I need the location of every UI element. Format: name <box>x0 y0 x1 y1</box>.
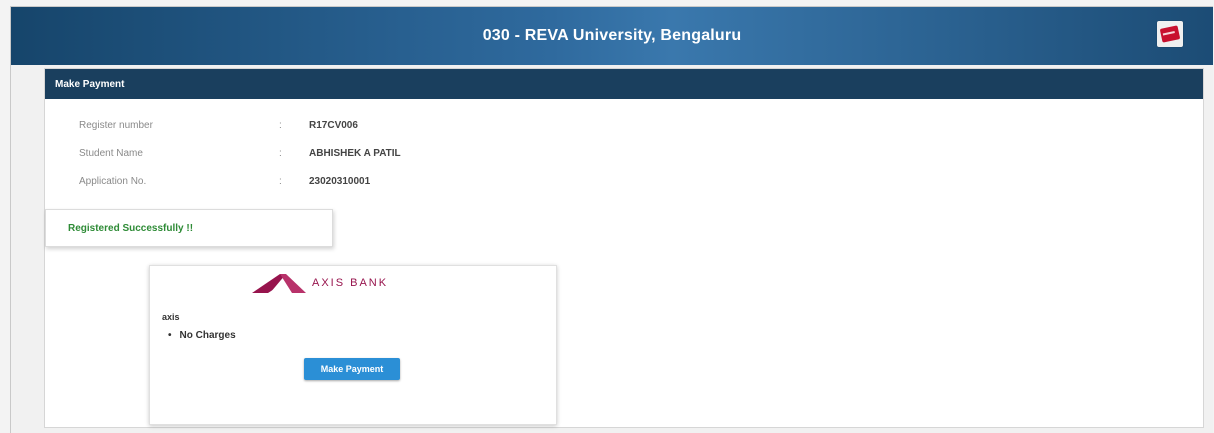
feature-text: No Charges <box>179 330 236 341</box>
separator: : <box>279 175 282 187</box>
register-number-row: Register number : R17CV006 <box>79 115 358 135</box>
axis-bank-mark-icon <box>252 274 306 293</box>
top-header: 030 - REVA University, Bengaluru <box>11 7 1213 65</box>
register-number-label: Register number <box>79 119 153 131</box>
application-no-value: 23020310001 <box>309 175 371 187</box>
student-name-value: ABHISHEK A PATIL <box>309 147 401 159</box>
bank-name: AXIS BANK <box>312 277 389 289</box>
panel-title: Make Payment <box>55 78 125 90</box>
logout-button[interactable] <box>1157 21 1183 47</box>
separator: : <box>279 147 282 159</box>
axis-bank-logo: AXIS BANK <box>250 272 388 294</box>
bullet-icon: • <box>168 330 172 341</box>
separator: : <box>279 119 282 131</box>
application-no-row: Application No. : 23020310001 <box>79 171 370 191</box>
make-payment-panel: Make Payment Register number : R17CV006 … <box>44 68 1204 428</box>
university-title: 030 - REVA University, Bengaluru <box>482 27 742 44</box>
feature-list-item: • No Charges <box>168 330 236 341</box>
make-payment-button[interactable]: Make Payment <box>304 358 400 380</box>
success-alert: Registered Successfully !! <box>45 209 333 247</box>
panel-header: Make Payment <box>45 69 1203 99</box>
student-name-label: Student Name <box>79 147 143 159</box>
register-number-value: R17CV006 <box>309 119 358 131</box>
card-exit-icon <box>1159 25 1181 43</box>
application-no-label: Application No. <box>79 175 147 187</box>
success-message: Registered Successfully !! <box>68 222 194 234</box>
student-name-row: Student Name : ABHISHEK A PATIL <box>79 143 401 163</box>
payment-option-card: AXIS BANK axis • No Charges Make Payment <box>149 265 557 425</box>
bank-code: axis <box>162 312 180 322</box>
